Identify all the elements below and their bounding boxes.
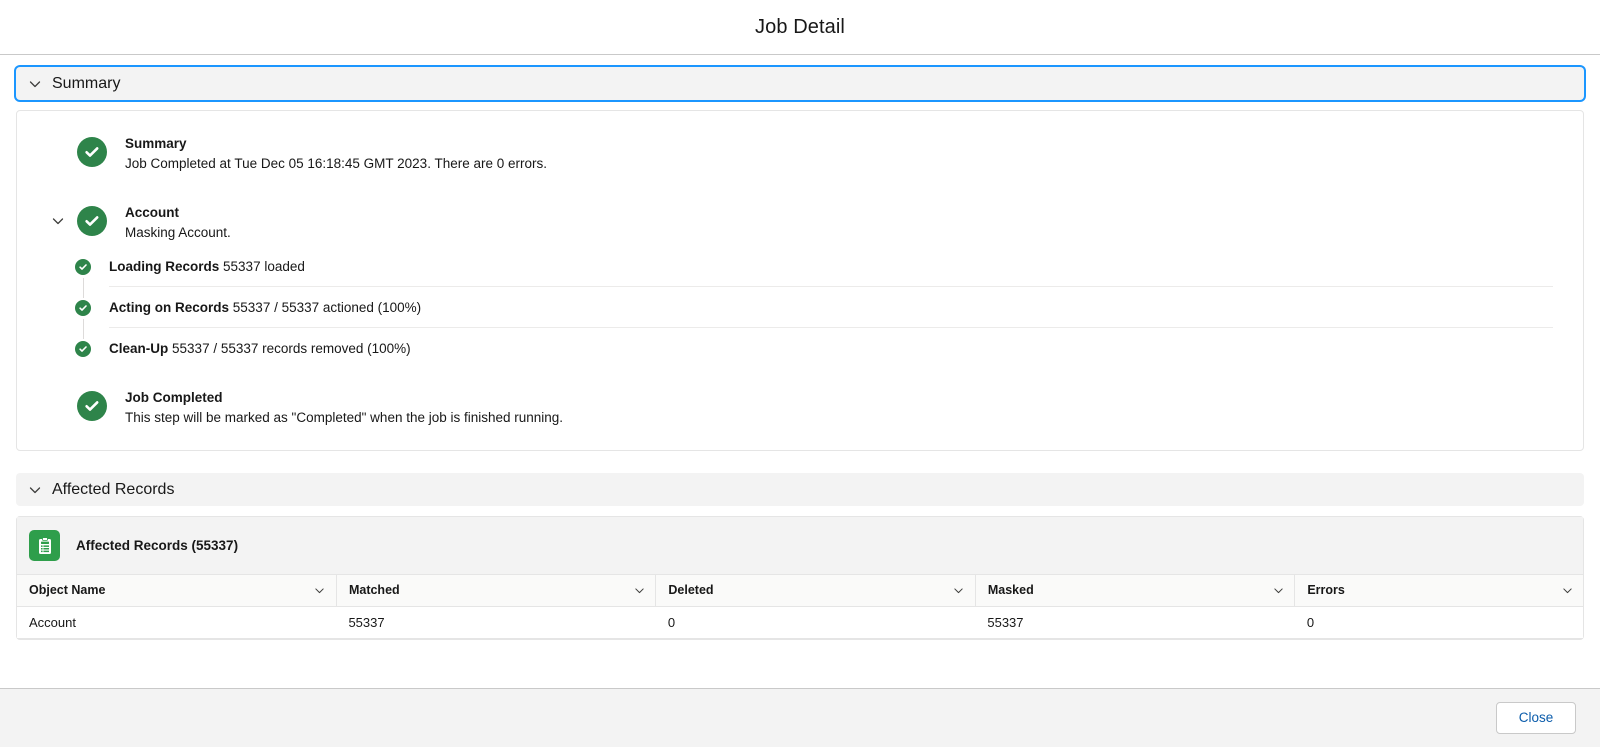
affected-records-card: Affected Records (55337) Object Name Mat… [16, 516, 1584, 640]
step-title: Account [125, 205, 179, 220]
section-header-affected-records[interactable]: Affected Records [16, 473, 1584, 506]
section-header-summary[interactable]: Summary [16, 67, 1584, 100]
chevron-down-icon [28, 483, 42, 497]
step-connector-line [82, 319, 84, 339]
substep-detail: 55337 / 55337 records removed (100%) [172, 341, 411, 356]
substep-divider [109, 327, 1553, 328]
success-check-icon [75, 341, 91, 357]
progress-step-account: Account Masking Account. [17, 202, 1583, 243]
modal-header: Job Detail [0, 0, 1600, 55]
affected-records-title: Affected Records (55337) [76, 538, 239, 553]
chevron-down-icon[interactable] [1272, 584, 1284, 596]
step-toggle-account[interactable] [47, 202, 69, 228]
step-title: Summary [125, 136, 187, 151]
column-header-matched[interactable]: Matched [336, 575, 657, 607]
step-description: Masking Account. [125, 225, 231, 240]
summary-card: Summary Job Completed at Tue Dec 05 16:1… [16, 110, 1584, 451]
column-header-deleted[interactable]: Deleted [655, 575, 976, 607]
substep-detail: 55337 / 55337 actioned (100%) [232, 300, 422, 315]
substep-title: Loading Records [109, 259, 220, 274]
substep-title: Clean-Up [109, 341, 169, 356]
substep-title: Acting on Records [109, 300, 230, 315]
chevron-down-icon[interactable] [314, 584, 326, 596]
substep-detail: 55337 loaded [223, 259, 305, 274]
progress-step-summary: Summary Job Completed at Tue Dec 05 16:1… [17, 133, 1583, 174]
substep-acting-on-records: Acting on Records 55337 / 55337 actioned… [75, 300, 1553, 341]
affected-records-table: Object Name Matched Deleted Masked Error… [17, 575, 1583, 639]
cell-masked: 55337 [975, 606, 1295, 639]
records-clipboard-icon [29, 530, 60, 561]
cell-matched: 55337 [336, 606, 656, 639]
column-label: Object Name [29, 583, 106, 598]
step-description: Job Completed at Tue Dec 05 16:18:45 GMT… [125, 156, 547, 171]
chevron-down-icon [52, 218, 64, 225]
affected-records-header: Affected Records (55337) [17, 517, 1583, 575]
substep-clean-up: Clean-Up 55337 / 55337 records removed (… [75, 341, 1553, 359]
chevron-down-icon[interactable] [953, 584, 965, 596]
chevron-down-icon [28, 77, 42, 91]
step-toggle-placeholder [47, 133, 69, 145]
substep-label: Acting on Records 55337 / 55337 actioned… [109, 300, 421, 316]
column-header-masked[interactable]: Masked [975, 575, 1296, 607]
page-title: Job Detail [755, 15, 845, 38]
column-header-errors[interactable]: Errors [1294, 575, 1583, 607]
progress-step-job-completed: Job Completed This step will be marked a… [17, 387, 1583, 428]
chevron-down-icon[interactable] [633, 584, 645, 596]
success-check-icon [75, 300, 91, 316]
step-connector-line [82, 278, 84, 298]
substep-divider [109, 286, 1553, 287]
substep-label: Loading Records 55337 loaded [109, 259, 305, 275]
column-label: Errors [1307, 583, 1345, 598]
modal-body: Summary Summary Job Completed at Tue Dec… [0, 55, 1600, 688]
step-toggle-placeholder [47, 387, 69, 399]
cell-errors: 0 [1294, 606, 1583, 639]
step-text: Summary Job Completed at Tue Dec 05 16:1… [125, 133, 547, 174]
column-label: Deleted [668, 583, 714, 598]
success-check-icon [77, 206, 107, 236]
modal-footer: Close [0, 688, 1600, 747]
substep-loading-records: Loading Records 55337 loaded [75, 259, 1553, 300]
cell-object-name: Account [17, 606, 337, 639]
column-header-object-name[interactable]: Object Name [17, 575, 337, 607]
step-text: Account Masking Account. [125, 202, 231, 243]
section-title-affected-records: Affected Records [52, 480, 175, 498]
success-check-icon [75, 259, 91, 275]
table-row: Account 55337 0 55337 0 [17, 606, 1583, 639]
substep-list: Loading Records 55337 loaded Acting on R… [75, 259, 1583, 359]
step-description: This step will be marked as "Completed" … [125, 410, 564, 425]
success-check-icon [77, 137, 107, 167]
success-check-icon [77, 391, 107, 421]
section-title-summary: Summary [52, 74, 121, 92]
close-button[interactable]: Close [1496, 702, 1576, 734]
column-label: Masked [987, 583, 1034, 598]
step-text: Job Completed This step will be marked a… [125, 387, 563, 428]
table-header-row: Object Name Matched Deleted Masked Error… [17, 575, 1583, 607]
step-title: Job Completed [125, 390, 223, 405]
chevron-down-icon[interactable] [1561, 584, 1573, 596]
column-label: Matched [348, 583, 400, 598]
cell-deleted: 0 [655, 606, 976, 639]
substep-label: Clean-Up 55337 / 55337 records removed (… [109, 341, 411, 357]
